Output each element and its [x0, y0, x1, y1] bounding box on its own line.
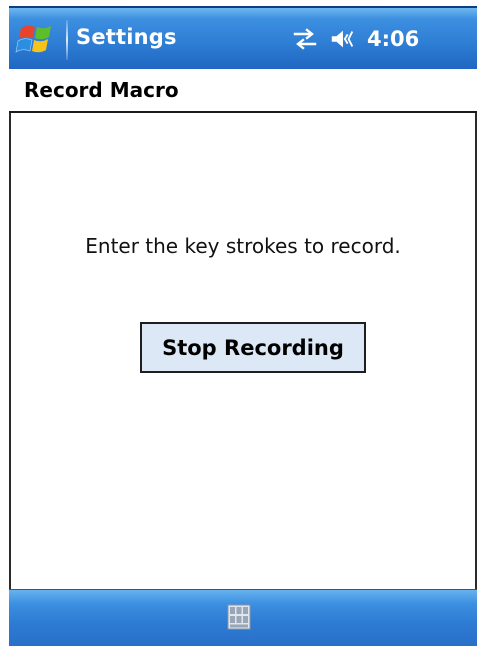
page-header: Record Macro: [9, 69, 477, 113]
page-title: Record Macro: [24, 78, 179, 102]
clock[interactable]: 4:06: [367, 27, 419, 51]
device-screen: Settings 4:06 Record Macro Enter the key…: [9, 6, 477, 646]
status-area: 4:06: [291, 22, 419, 56]
connectivity-icon[interactable]: [291, 25, 319, 53]
input-panel-button[interactable]: [222, 603, 256, 633]
windows-start-icon: [15, 25, 51, 53]
volume-icon[interactable]: [329, 25, 357, 53]
menu-bar: [9, 589, 477, 646]
app-title[interactable]: Settings: [76, 25, 177, 49]
title-separator: [66, 20, 68, 60]
title-bar: Settings 4:06: [9, 6, 477, 69]
instruction-text: Enter the key strokes to record.: [85, 234, 401, 258]
keyboard-input-icon: [227, 604, 251, 630]
stop-recording-button[interactable]: Stop Recording: [140, 322, 366, 373]
start-menu-button[interactable]: [13, 18, 61, 60]
content-area: Enter the key strokes to record. Stop Re…: [9, 113, 477, 589]
